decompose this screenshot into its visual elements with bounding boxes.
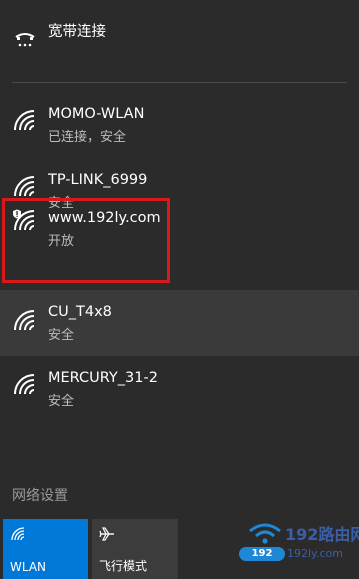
dialup-icon [12,28,38,54]
broadband-label: 宽带连接 [48,24,106,40]
watermark-url: 192ly.com [287,547,343,560]
wifi-icon [12,372,38,398]
network-name: TP-LINK_6999 [48,172,148,188]
network-item-mercury[interactable]: MERCURY_31-2 安全 [0,360,359,422]
wifi-icon [10,526,26,542]
wifi-icon [12,308,38,334]
tile-label: 飞行模式 [99,559,148,573]
network-name: MOMO-WLAN [48,106,145,122]
network-status: 已连接，安全 [48,130,127,145]
watermark-logo: 192路由网 192 192ly.com [238,519,359,579]
broadband-connection-item[interactable]: 宽带连接 [0,0,359,62]
network-settings-link[interactable]: 网络设置 [12,485,68,505]
network-status: 安全 [48,328,75,343]
airplane-icon [99,526,115,542]
wifi-icon [12,174,38,200]
wifi-icon [12,108,38,134]
network-name: CU_T4x8 [48,304,112,320]
divider [12,82,347,83]
tile-label: WLAN [10,560,47,574]
watermark-brand: 192路由网 [285,525,359,544]
network-status: 安全 [48,394,75,409]
highlight-annotation [2,198,170,283]
airplane-mode-tile[interactable]: 飞行模式 [92,519,178,579]
network-name: MERCURY_31-2 [48,370,158,386]
wifi-logo-icon [249,523,281,544]
network-item-cu[interactable]: CU_T4x8 安全 [0,290,359,356]
wlan-toggle-tile[interactable]: WLAN [3,519,88,579]
watermark-badge: 192 [239,547,285,561]
network-item-momo-wlan[interactable]: MOMO-WLAN 已连接，安全 [0,96,359,158]
